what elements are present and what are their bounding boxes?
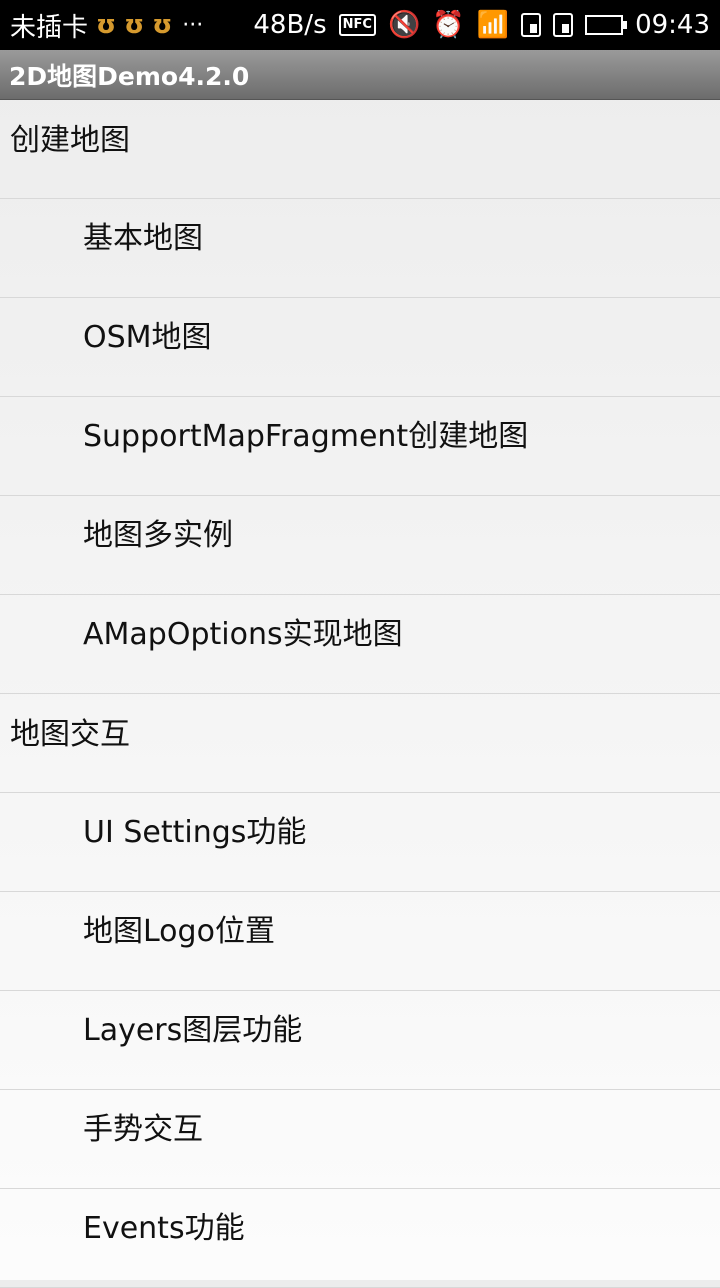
battery-icon xyxy=(585,15,628,35)
list-item-label: 创建地图 xyxy=(10,123,130,158)
sim-card-icon xyxy=(553,13,574,37)
wifi-icon: 📶 xyxy=(476,10,510,40)
status-bar: 未插卡 ʊ ʊ ʊ ··· 48B/s NFC 🔇 ⏰ 📶 09:43 xyxy=(0,0,720,50)
list-item[interactable]: AMapOptions实现地图 xyxy=(0,595,720,694)
list-item-label: 地图多实例 xyxy=(83,518,233,553)
uc-browser-icon: ʊ xyxy=(124,10,145,40)
app-title: 2D地图Demo4.2.0 xyxy=(9,61,250,91)
demo-list: 创建地图 基本地图 OSM地图 SupportMapFragment创建地图 地… xyxy=(0,100,720,1288)
more-notifications-icon: ··· xyxy=(182,12,204,38)
list-item[interactable]: UI Settings功能 xyxy=(0,793,720,892)
clock: 09:43 xyxy=(635,10,710,40)
status-left: 未插卡 ʊ ʊ ʊ ··· xyxy=(10,7,203,44)
list-item[interactable]: 地图多实例 xyxy=(0,496,720,595)
list-item[interactable]: OSM地图 xyxy=(0,298,720,397)
uc-browser-icon: ʊ xyxy=(152,10,173,40)
list-item-label: OSM地图 xyxy=(83,320,212,355)
list-item-label: 地图交互 xyxy=(10,717,130,752)
list-item[interactable]: 基本地图 xyxy=(0,199,720,298)
alarm-icon: ⏰ xyxy=(432,10,465,40)
list-item-label: SupportMapFragment创建地图 xyxy=(83,419,529,454)
list-group-header[interactable]: 地图交互 xyxy=(0,694,720,793)
list-item-label: Events功能 xyxy=(83,1211,245,1246)
list-item-label: AMapOptions实现地图 xyxy=(83,617,403,652)
action-bar: 2D地图Demo4.2.0 xyxy=(0,50,720,100)
list-item-label: 手势交互 xyxy=(83,1112,203,1147)
network-speed: 48B/s xyxy=(253,10,327,40)
list-item[interactable]: SupportMapFragment创建地图 xyxy=(0,397,720,496)
status-right: 48B/s NFC 🔇 ⏰ 📶 09:43 xyxy=(253,10,710,40)
list-item-label: 基本地图 xyxy=(83,221,203,256)
sim-card-icon xyxy=(521,13,542,37)
nfc-icon: NFC xyxy=(338,14,376,36)
list-item[interactable]: 地图Logo位置 xyxy=(0,892,720,991)
list-item[interactable]: 手势交互 xyxy=(0,1090,720,1189)
list-item-label: 地图Logo位置 xyxy=(83,914,275,949)
list-item[interactable]: Events功能 xyxy=(0,1189,720,1288)
uc-browser-icon: ʊ xyxy=(96,10,117,40)
list-group-header[interactable]: 创建地图 xyxy=(0,100,720,199)
list-item[interactable]: Layers图层功能 xyxy=(0,991,720,1090)
mute-icon: 🔇 xyxy=(387,10,421,40)
list-item-label: UI Settings功能 xyxy=(83,815,307,850)
list-item-label: Layers图层功能 xyxy=(83,1013,303,1048)
carrier-label: 未插卡 xyxy=(10,12,89,43)
